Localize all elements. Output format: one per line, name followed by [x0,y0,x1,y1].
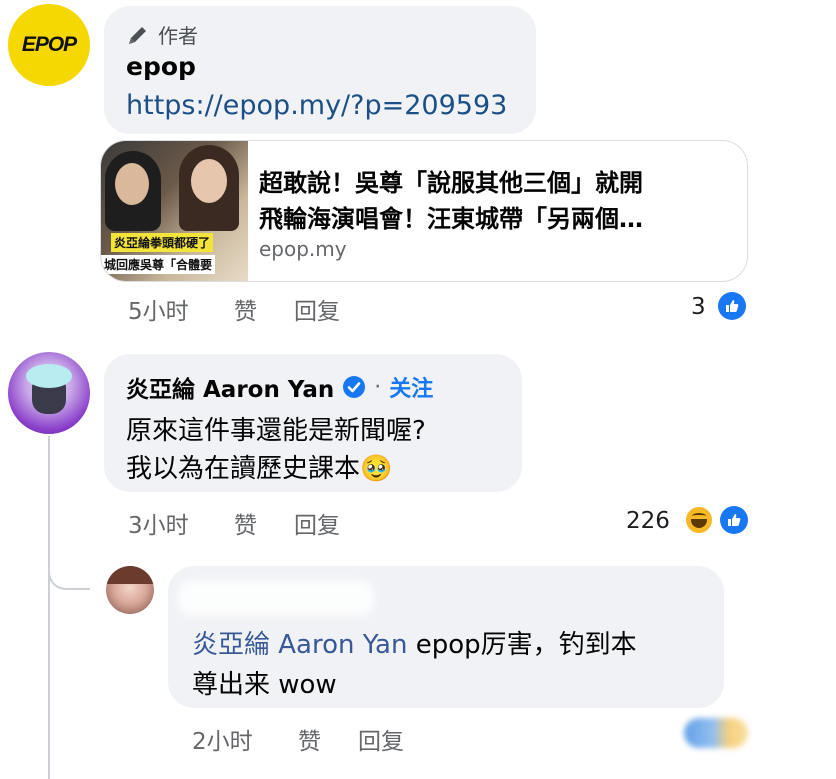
preview-domain: epop.my [259,237,347,261]
thumb-caption-1: 炎亞綸拳頭都硬了 [111,233,214,252]
preview-title-line2: 飛輪海演唱會！汪東城帶「另兩個… [259,205,643,233]
reply-time[interactable]: 2小时 [192,722,253,756]
comment-reaction-count[interactable]: 226 [626,508,670,534]
verified-badge-icon [343,376,366,398]
avatar-hair [26,364,72,388]
preview-thumbnail: 炎亞綸拳頭都硬了 城回應吳尊「合體要 [101,141,248,281]
follow-separator: · [374,374,382,400]
preview-title-line1: 超敢說！吳尊「說服其他三個」就開 [259,169,643,197]
author-avatar[interactable]: EPOP [8,4,90,86]
commenter-header: 炎亞綸 Aaron Yan · 关注 [126,370,433,404]
reply-text-line1: 炎亞綸 Aaron Yan epop厉害，钓到本 [192,624,637,661]
post-reply-button[interactable]: 回复 [294,292,340,326]
comment-reply-button[interactable]: 回复 [294,506,340,540]
post-bubble: 作者 epop https://epop.my/?p=209593 [104,6,536,134]
comment-text-line2-text: 我以為在讀歷史課本 [126,454,361,484]
reply-text-part1: epop厉害，钓到本 [407,630,637,660]
link-preview-card[interactable]: 炎亞綸拳頭都硬了 城回應吳尊「合體要 超敢說！吳尊「說服其他三個」就開 飛輪海演… [100,140,748,282]
post-actions: 5小时 赞 回复 [0,292,836,326]
haha-mouth [691,519,707,528]
author-name[interactable]: epop [126,52,196,81]
post-reaction-count[interactable]: 3 [691,294,706,320]
comment-text-line2: 我以為在讀歷史課本🥹 [126,448,392,485]
author-label: 作者 [158,24,198,48]
commenter-avatar[interactable] [8,352,90,434]
commenter-name[interactable]: 炎亞綸 Aaron Yan [126,370,334,404]
comment-time[interactable]: 3小时 [128,506,189,540]
thumb-caption-2: 城回應吳尊「合體要 [101,255,216,274]
post-link[interactable]: https://epop.my/?p=209593 [126,90,507,121]
post-time[interactable]: 5小时 [128,292,189,326]
epop-logo: EPOP [21,33,77,56]
comment-like-reaction-icon [720,506,748,534]
reply-like-button[interactable]: 赞 [298,722,321,756]
like-reaction-icon [718,292,746,320]
comment-bubble: 炎亞綸 Aaron Yan · 关注 原來這件事還能是新聞喔? 我以為在讀歷史課… [104,354,522,492]
author-label-row: 作者 [126,20,198,49]
pen-icon [129,26,146,44]
comment-text-line1: 原來這件事還能是新聞喔? [126,416,426,446]
reply-bubble: 炎亞綸 Aaron Yan epop厉害，钓到本 尊出来 wow [168,566,724,708]
replier-hair [106,566,154,584]
replier-name-blurred [178,580,374,616]
post-like-button[interactable]: 赞 [234,292,257,326]
haha-reaction-icon [684,505,714,535]
pleading-face-icon: 🥹 [360,454,393,484]
reply-mention[interactable]: 炎亞綸 Aaron Yan [192,630,407,660]
follow-button[interactable]: 关注 [389,371,433,403]
thread-branch [48,540,90,590]
replier-avatar[interactable] [106,566,154,614]
reply-text-line2: 尊出来 wow [192,670,337,700]
comment-like-button[interactable]: 赞 [234,506,257,540]
thumb-face-right [191,159,227,203]
reply-reactions-blurred [684,718,748,748]
reply-reply-button[interactable]: 回复 [358,722,404,756]
thumb-face-left [115,163,149,205]
